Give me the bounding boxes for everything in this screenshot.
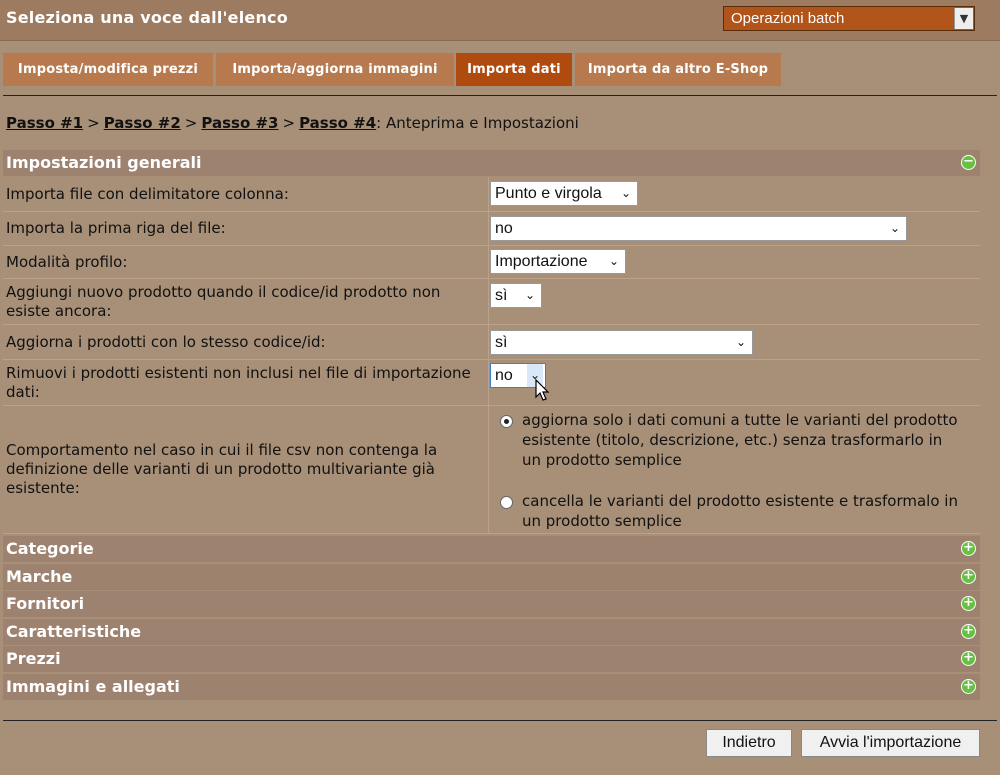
add-new-product-value: sì bbox=[495, 287, 508, 304]
delimiter-select[interactable]: Punto e virgola ⌄ bbox=[490, 181, 638, 206]
expand-icon[interactable]: + bbox=[961, 541, 976, 556]
tab-set-prices[interactable]: Imposta/modifica prezzi bbox=[3, 53, 213, 86]
expand-icon[interactable]: + bbox=[961, 596, 976, 611]
row-label: Aggiorna i prodotti con lo stesso codice… bbox=[6, 333, 326, 351]
row-first-line: Importa la prima riga del file: no ⌄ bbox=[3, 212, 980, 246]
breadcrumb-sep: > bbox=[184, 114, 198, 132]
column-divider bbox=[488, 325, 489, 359]
row-add-new-product: Aggiungi nuovo prodotto quando il codice… bbox=[3, 279, 980, 325]
chevron-down-icon[interactable]: ▼ bbox=[954, 8, 973, 29]
row-label: Modalità profilo: bbox=[6, 253, 128, 271]
breadcrumb-sep: > bbox=[282, 114, 296, 132]
column-divider bbox=[488, 246, 489, 278]
section-prices[interactable]: Prezzi + bbox=[3, 646, 980, 672]
divider bbox=[3, 720, 997, 721]
top-bar: Seleziona una voce dall'elenco Operazion… bbox=[0, 0, 1000, 41]
row-label: Importa la prima riga del file: bbox=[6, 219, 226, 237]
variant-option-2-label[interactable]: cancella le varianti del prodotto esiste… bbox=[522, 491, 962, 531]
breadcrumb-current: : Anteprima e Impostazioni bbox=[376, 114, 579, 132]
tab-import-images[interactable]: Importa/aggiorna immagini bbox=[216, 53, 454, 86]
section-features[interactable]: Caratteristiche + bbox=[3, 619, 980, 645]
expand-icon[interactable]: + bbox=[961, 651, 976, 666]
breadcrumb-step-2[interactable]: Passo #2 bbox=[104, 114, 181, 132]
update-products-value: sì bbox=[495, 334, 508, 351]
column-divider bbox=[488, 360, 489, 405]
profile-mode-value: Importazione bbox=[495, 253, 588, 270]
row-variant-behavior: Comportamento nel caso in cui il file cs… bbox=[3, 406, 980, 534]
row-remove-products: Rimuovi i prodotti esistenti non inclusi… bbox=[3, 360, 980, 406]
remove-products-value: no bbox=[495, 367, 513, 384]
update-products-select[interactable]: sì ⌄ bbox=[490, 330, 753, 355]
section-title: Caratteristiche bbox=[6, 622, 142, 641]
section-general-settings[interactable]: Impostazioni generali − bbox=[3, 150, 980, 176]
breadcrumb: Passo #1 > Passo #2 > Passo #3 > Passo #4: Ant… bbox=[6, 114, 579, 132]
variant-option-2-radio[interactable] bbox=[500, 496, 513, 509]
section-title: Categorie bbox=[6, 539, 94, 558]
expand-icon[interactable]: + bbox=[961, 624, 976, 639]
row-update-products: Aggiorna i prodotti con lo stesso codice… bbox=[3, 325, 980, 360]
section-title: Prezzi bbox=[6, 649, 61, 668]
row-label: Importa file con delimitatore colonna: bbox=[6, 185, 289, 203]
tab-import-other-eshop[interactable]: Importa da altro E-Shop bbox=[575, 53, 781, 86]
breadcrumb-step-1[interactable]: Passo #1 bbox=[6, 114, 83, 132]
tab-import-data[interactable]: Importa dati bbox=[456, 53, 572, 86]
section-brands[interactable]: Marche + bbox=[3, 564, 980, 590]
section-images-attachments[interactable]: Immagini e allegati + bbox=[3, 674, 980, 700]
delimiter-value: Punto e virgola bbox=[495, 185, 602, 202]
mouse-cursor-icon bbox=[535, 379, 550, 401]
variant-option-1-label[interactable]: aggiorna solo i dati comuni a tutte le v… bbox=[522, 410, 962, 470]
expand-icon[interactable]: + bbox=[961, 679, 976, 694]
section-title: Impostazioni generali bbox=[6, 153, 202, 172]
column-divider bbox=[488, 279, 489, 324]
column-divider bbox=[488, 406, 489, 533]
chevron-down-icon: ⌄ bbox=[620, 186, 631, 200]
page-title: Seleziona una voce dall'elenco bbox=[6, 8, 288, 27]
breadcrumb-step-4[interactable]: Passo #4 bbox=[299, 114, 376, 132]
section-title: Immagini e allegati bbox=[6, 677, 180, 696]
row-profile-mode: Modalità profilo: Importazione ⌄ bbox=[3, 246, 980, 279]
chevron-down-icon: ⌄ bbox=[889, 221, 900, 235]
section-title: Fornitori bbox=[6, 594, 85, 613]
first-line-value: no bbox=[495, 220, 513, 237]
section-title: Marche bbox=[6, 567, 73, 586]
chevron-down-icon: ⌄ bbox=[524, 288, 535, 302]
row-label: Rimuovi i prodotti esistenti non inclusi… bbox=[6, 364, 471, 401]
chevron-down-icon: ⌄ bbox=[735, 335, 746, 349]
column-divider bbox=[488, 177, 489, 211]
collapse-icon[interactable]: − bbox=[961, 155, 976, 170]
column-divider bbox=[488, 212, 489, 245]
divider bbox=[3, 95, 997, 96]
variant-option-1-radio[interactable] bbox=[500, 415, 513, 428]
add-new-product-select[interactable]: sì ⌄ bbox=[490, 283, 542, 308]
section-suppliers[interactable]: Fornitori + bbox=[3, 591, 980, 617]
row-column-delimiter: Importa file con delimitatore colonna: P… bbox=[3, 177, 980, 212]
first-line-select[interactable]: no ⌄ bbox=[490, 216, 907, 241]
breadcrumb-step-3[interactable]: Passo #3 bbox=[201, 114, 278, 132]
profile-mode-select[interactable]: Importazione ⌄ bbox=[490, 249, 626, 274]
breadcrumb-sep: > bbox=[87, 114, 100, 132]
back-button[interactable]: Indietro bbox=[706, 729, 792, 757]
expand-icon[interactable]: + bbox=[961, 569, 976, 584]
chevron-down-icon: ⌄ bbox=[608, 254, 619, 268]
row-label: Aggiungi nuovo prodotto quando il codice… bbox=[6, 283, 441, 320]
start-import-button[interactable]: Avvia l'importazione bbox=[801, 729, 980, 757]
row-label: Comportamento nel caso in cui il file cs… bbox=[6, 441, 438, 497]
batch-operations-select[interactable]: Operazioni batch ▼ bbox=[723, 6, 975, 31]
section-categories[interactable]: Categorie + bbox=[3, 536, 980, 562]
batch-select-value: Operazioni batch bbox=[731, 10, 845, 27]
